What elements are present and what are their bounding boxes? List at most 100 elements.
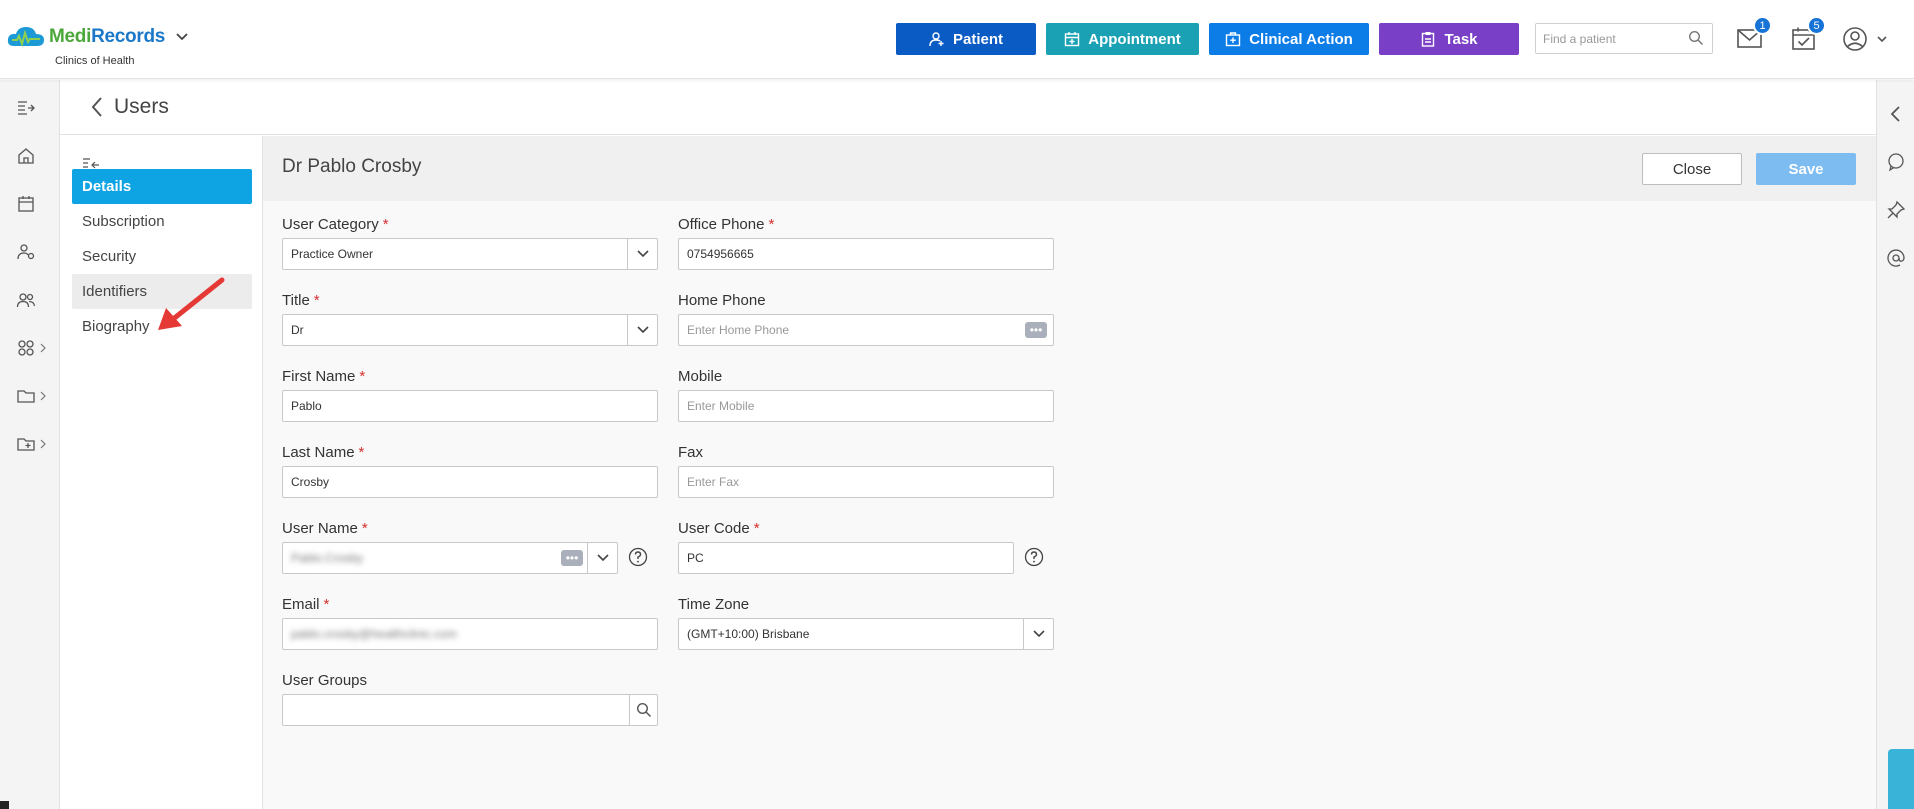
mobile-input[interactable]: Enter Mobile <box>678 390 1054 422</box>
mention-icon[interactable] <box>1886 248 1906 268</box>
user-section-nav: Details Subscription Security Identifier… <box>60 136 263 809</box>
calendar-plus-icon <box>1065 32 1080 47</box>
user-menu[interactable] <box>1842 26 1892 52</box>
user-code-input[interactable]: PC <box>678 542 1014 574</box>
medical-kit-icon <box>1225 32 1241 47</box>
mobile-field: Mobile Enter Mobile <box>678 368 1054 422</box>
office-phone-field: Office Phone * 0754956665 <box>678 216 1054 270</box>
chevron-left-icon[interactable] <box>1886 104 1906 124</box>
mail-badge: 1 <box>1753 16 1772 35</box>
save-button[interactable]: Save <box>1756 153 1856 185</box>
add-patient-button[interactable]: Patient <box>896 23 1036 55</box>
expand-menu-button[interactable] <box>16 96 48 120</box>
user-groups-input[interactable] <box>282 694 658 726</box>
time-zone-select[interactable]: (GMT+10:00) Brisbane <box>678 618 1054 650</box>
sidebar-item-add-folder[interactable] <box>16 432 48 456</box>
right-sidebar <box>1876 80 1914 809</box>
tasks-badge: 5 <box>1807 16 1826 35</box>
back-chevron-icon[interactable] <box>90 96 104 118</box>
folder-plus-icon <box>17 438 35 451</box>
first-name-field: First Name * Pablo <box>282 368 658 422</box>
patients-icon <box>17 244 35 260</box>
folder-icon <box>17 390 35 403</box>
patient-search <box>1535 23 1713 54</box>
fax-input[interactable]: Enter Fax <box>678 466 1054 498</box>
user-avatar-icon <box>1843 27 1867 51</box>
chevron-down-icon <box>596 554 609 562</box>
user-category-select[interactable]: Practice Owner <box>282 238 658 270</box>
dropdown-toggle[interactable] <box>627 239 657 269</box>
help-icon[interactable] <box>628 547 648 567</box>
home-phone-input[interactable]: Enter Home Phone ••• <box>678 314 1054 346</box>
tab-details[interactable]: Details <box>72 169 252 204</box>
close-button[interactable]: Close <box>1642 153 1742 185</box>
user-groups-field: User Groups <box>282 672 658 726</box>
email-field: Email * pablo.crosby@healthclinic.com <box>282 596 658 650</box>
last-name-input[interactable]: Crosby <box>282 466 658 498</box>
tab-security[interactable]: Security <box>72 239 252 274</box>
sidebar-item-calendar[interactable] <box>16 192 48 216</box>
menu-expand-icon <box>18 101 35 115</box>
add-appointment-button[interactable]: Appointment <box>1046 23 1199 55</box>
more-options-icon[interactable]: ••• <box>1025 322 1047 338</box>
sidebar-item-modules[interactable] <box>16 336 48 360</box>
pin-icon[interactable] <box>1886 200 1906 220</box>
help-icon[interactable] <box>1024 547 1044 567</box>
chat-icon[interactable] <box>1886 152 1906 172</box>
home-icon <box>18 148 34 164</box>
search-icon <box>636 702 651 718</box>
brand-name: MediRecords <box>49 26 166 47</box>
main-sidebar <box>0 80 60 809</box>
fax-field: Fax Enter Fax <box>678 444 1054 498</box>
add-task-button[interactable]: Task <box>1379 23 1519 55</box>
time-zone-field: Time Zone (GMT+10:00) Brisbane <box>678 596 1054 650</box>
office-phone-input[interactable]: 0754956665 <box>678 238 1054 270</box>
user-details-panel: Dr Pablo Crosby Close Save User Category… <box>263 136 1876 809</box>
more-options-icon[interactable]: ••• <box>561 550 583 566</box>
top-bar: MediRecords Clinics of Health Patient Ap… <box>0 0 1914 79</box>
sidebar-item-home[interactable] <box>16 144 48 168</box>
add-user-icon <box>929 32 944 47</box>
title-select[interactable]: Dr <box>282 314 658 346</box>
sidebar-item-users[interactable] <box>16 288 48 312</box>
clinic-name: Clinics of Health <box>55 55 135 67</box>
tab-subscription[interactable]: Subscription <box>72 204 252 239</box>
app-logo[interactable]: MediRecords <box>6 24 189 50</box>
first-name-input[interactable]: Pablo <box>282 390 658 422</box>
user-name-field: User Name * Pablo.Crosby ••• <box>282 520 648 574</box>
user-code-field: User Code * PC <box>678 520 1044 574</box>
sidebar-item-patients[interactable] <box>16 240 48 264</box>
user-groups-search-button[interactable] <box>629 695 657 725</box>
sidebar-item-folders[interactable] <box>16 384 48 408</box>
page-title: Users <box>114 95 169 118</box>
clipboard-icon <box>1422 32 1435 47</box>
user-heading: Dr Pablo Crosby <box>282 156 422 177</box>
tasks-button[interactable]: 5 <box>1790 16 1826 52</box>
chevron-down-icon <box>1032 630 1045 638</box>
patient-search-input[interactable] <box>1536 24 1676 53</box>
chevron-right-icon <box>40 343 46 353</box>
dropdown-toggle[interactable] <box>627 315 657 345</box>
chevron-right-icon <box>40 439 46 449</box>
users-icon <box>16 293 36 308</box>
email-input[interactable]: pablo.crosby@healthclinic.com <box>282 618 658 650</box>
corner-marker <box>0 801 9 809</box>
chevron-down-icon <box>636 250 649 258</box>
modules-icon <box>18 340 34 356</box>
dropdown-toggle[interactable] <box>587 543 617 573</box>
chevron-down-icon <box>636 326 649 334</box>
calendar-icon <box>18 196 34 212</box>
chevron-down-icon[interactable] <box>175 30 189 44</box>
home-phone-field: Home Phone Enter Home Phone ••• <box>678 292 1054 346</box>
dropdown-toggle[interactable] <box>1023 619 1053 649</box>
side-panel-tab[interactable] <box>1888 749 1914 809</box>
title-field: Title * Dr <box>282 292 658 346</box>
user-category-field: User Category * Practice Owner <box>282 216 658 270</box>
chevron-down-icon <box>1877 36 1887 43</box>
user-name-input[interactable]: Pablo.Crosby ••• <box>282 542 618 574</box>
messages-button[interactable]: 1 <box>1736 16 1772 52</box>
search-icon[interactable] <box>1688 30 1704 46</box>
details-header: Dr Pablo Crosby Close Save <box>263 136 1876 201</box>
clinical-action-button[interactable]: Clinical Action <box>1209 23 1369 55</box>
last-name-field: Last Name * Crosby <box>282 444 658 498</box>
